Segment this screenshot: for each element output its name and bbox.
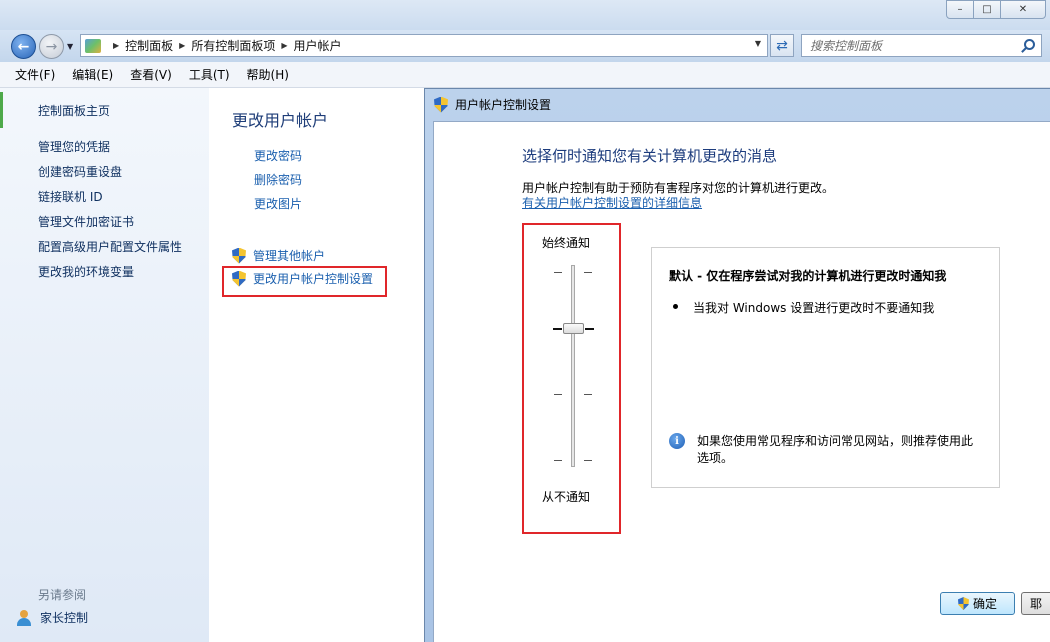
uac-shield-icon xyxy=(957,597,969,610)
recent-pages-dropdown[interactable]: ▼ xyxy=(67,42,73,51)
page-title: 更改用户帐户 xyxy=(232,111,329,130)
minimize-icon: – xyxy=(957,4,963,15)
level-bullet-text: 当我对 Windows 设置进行更改时不要通知我 xyxy=(693,301,935,315)
forward-arrow-icon: → xyxy=(45,38,58,55)
sidebar-item-encryption-certificates[interactable]: 管理文件加密证书 xyxy=(38,213,182,238)
window-controls: – □ ✕ xyxy=(946,0,1046,19)
remove-password-link[interactable]: 删除密码 xyxy=(254,171,302,195)
slider-bottom-label: 从不通知 xyxy=(542,490,591,504)
slider-tick xyxy=(584,460,592,461)
menu-bar: 文件(F) 编辑(E) 查看(V) 工具(T) 帮助(H) xyxy=(0,62,1050,88)
sidebar-item-manage-credentials[interactable]: 管理您的凭据 xyxy=(38,138,182,163)
ok-button-label: 确定 xyxy=(972,597,997,611)
sidebar-item-advanced-profile[interactable]: 配置高级用户配置文件属性 xyxy=(38,238,182,263)
dialog-body: 选择何时通知您有关计算机更改的消息 用户帐户控制有助于预防有害程序对您的计算机进… xyxy=(433,121,1050,642)
slider-tick xyxy=(553,328,562,330)
level-bullet: 当我对 Windows 设置进行更改时不要通知我 xyxy=(673,299,934,316)
forward-button[interactable]: → xyxy=(39,34,64,59)
maximize-icon: □ xyxy=(982,4,992,15)
address-toolbar: ← → ▼ ▶ 控制面板 ▶ 所有控制面板项 ▶ 用户帐户 ▼ ⇄ xyxy=(0,30,1050,62)
uac-settings-dialog: 用户帐户控制设置 选择何时通知您有关计算机更改的消息 用户帐户控制有助于预防有害… xyxy=(424,88,1050,642)
bullet-icon xyxy=(673,304,678,309)
refresh-icon: ⇄ xyxy=(776,37,788,54)
uac-details-link[interactable]: 有关用户帐户控制设置的详细信息 xyxy=(522,194,702,211)
slider-tick xyxy=(585,328,594,330)
slider-tick xyxy=(584,394,592,395)
maximize-button[interactable]: □ xyxy=(973,0,1001,19)
level-description-panel: 默认 - 仅在程序尝试对我的计算机进行更改时通知我 当我对 Windows 设置… xyxy=(651,247,1000,488)
close-icon: ✕ xyxy=(1018,4,1028,15)
sidebar-item-password-reset-disk[interactable]: 创建密码重设盘 xyxy=(38,163,182,188)
see-also-heading: 另请参阅 xyxy=(38,588,87,602)
slider-tick xyxy=(554,394,562,395)
back-arrow-icon: ← xyxy=(17,38,30,55)
info-icon: i xyxy=(669,433,685,449)
slider-top-label: 始终通知 xyxy=(542,236,591,250)
breadcrumb-all-items[interactable]: 所有控制面板项 xyxy=(191,37,275,54)
address-dropdown-icon[interactable]: ▼ xyxy=(755,39,761,48)
manage-other-accounts-label[interactable]: 管理其他帐户 xyxy=(253,247,325,264)
account-task-links: 更改密码 删除密码 更改图片 xyxy=(254,147,302,219)
change-uac-settings-label[interactable]: 更改用户帐户控制设置 xyxy=(253,270,373,287)
uac-shield-icon xyxy=(232,270,246,287)
search-box[interactable] xyxy=(801,34,1042,57)
breadcrumb-arrow-icon[interactable]: ▶ xyxy=(179,41,185,50)
breadcrumb-arrow-icon[interactable]: ▶ xyxy=(281,41,287,50)
change-uac-settings-link[interactable]: 更改用户帐户控制设置 xyxy=(232,270,373,287)
breadcrumb-arrow-icon[interactable]: ▶ xyxy=(113,41,119,50)
menu-tools[interactable]: 工具(T) xyxy=(186,66,233,83)
cancel-button[interactable]: 耶 xyxy=(1021,592,1050,615)
recommendation-text: 如果您使用常见程序和访问常见网站，则推荐使用此选项。 xyxy=(697,434,974,465)
dialog-heading: 选择何时通知您有关计算机更改的消息 xyxy=(522,147,778,165)
search-icon[interactable] xyxy=(1024,39,1035,50)
sidebar-item-environment-variables[interactable]: 更改我的环境变量 xyxy=(38,263,182,288)
uac-shield-icon xyxy=(232,247,246,264)
uac-shield-icon xyxy=(434,96,448,113)
refresh-button[interactable]: ⇄ xyxy=(770,34,794,57)
change-picture-link[interactable]: 更改图片 xyxy=(254,195,302,219)
parental-controls-icon xyxy=(16,609,32,626)
slider-tick xyxy=(554,272,562,273)
change-password-link[interactable]: 更改密码 xyxy=(254,147,302,171)
slider-tick xyxy=(554,460,562,461)
control-panel-home-link[interactable]: 控制面板主页 xyxy=(38,102,110,119)
back-button[interactable]: ← xyxy=(11,34,36,59)
dialog-titlebar: 用户帐户控制设置 xyxy=(425,89,1050,120)
parental-controls-link[interactable]: 家长控制 xyxy=(16,609,88,626)
minimize-button[interactable]: – xyxy=(946,0,974,19)
control-panel-icon xyxy=(85,38,101,53)
menu-view[interactable]: 查看(V) xyxy=(127,66,175,83)
dialog-title: 用户帐户控制设置 xyxy=(455,98,552,112)
window-titlebar: – □ ✕ xyxy=(0,0,1050,30)
slider-thumb[interactable] xyxy=(563,323,584,334)
breadcrumb-user-accounts[interactable]: 用户帐户 xyxy=(294,37,342,54)
slider-tick xyxy=(584,272,592,273)
breadcrumb-control-panel[interactable]: 控制面板 xyxy=(125,37,173,54)
sidebar-item-link-online-id[interactable]: 链接联机 ID xyxy=(38,188,182,213)
pane-accent-bar xyxy=(0,92,3,128)
parental-controls-label[interactable]: 家长控制 xyxy=(40,609,88,626)
cancel-button-label: 耶 xyxy=(1030,597,1043,611)
level-title: 默认 - 仅在程序尝试对我的计算机进行更改时通知我 xyxy=(669,269,947,283)
sidebar-task-list: 管理您的凭据 创建密码重设盘 链接联机 ID 管理文件加密证书 配置高级用户配置… xyxy=(38,138,182,288)
manage-other-accounts-link[interactable]: 管理其他帐户 xyxy=(232,247,325,264)
search-input[interactable] xyxy=(810,38,1010,53)
recommendation-note: i 如果您使用常见程序和访问常见网站，则推荐使用此选项。 xyxy=(669,433,989,467)
navigation-pane: 控制面板主页 管理您的凭据 创建密码重设盘 链接联机 ID 管理文件加密证书 配… xyxy=(0,88,209,642)
close-button[interactable]: ✕ xyxy=(1000,0,1046,19)
menu-help[interactable]: 帮助(H) xyxy=(244,66,292,83)
notification-level-slider: 始终通知 从不通知 xyxy=(524,225,620,535)
menu-file[interactable]: 文件(F) xyxy=(12,66,58,83)
ok-button[interactable]: 确定 xyxy=(940,592,1015,615)
slider-track[interactable] xyxy=(571,265,575,467)
menu-edit[interactable]: 编辑(E) xyxy=(69,66,116,83)
address-bar[interactable]: ▶ 控制面板 ▶ 所有控制面板项 ▶ 用户帐户 ▼ xyxy=(80,34,768,57)
